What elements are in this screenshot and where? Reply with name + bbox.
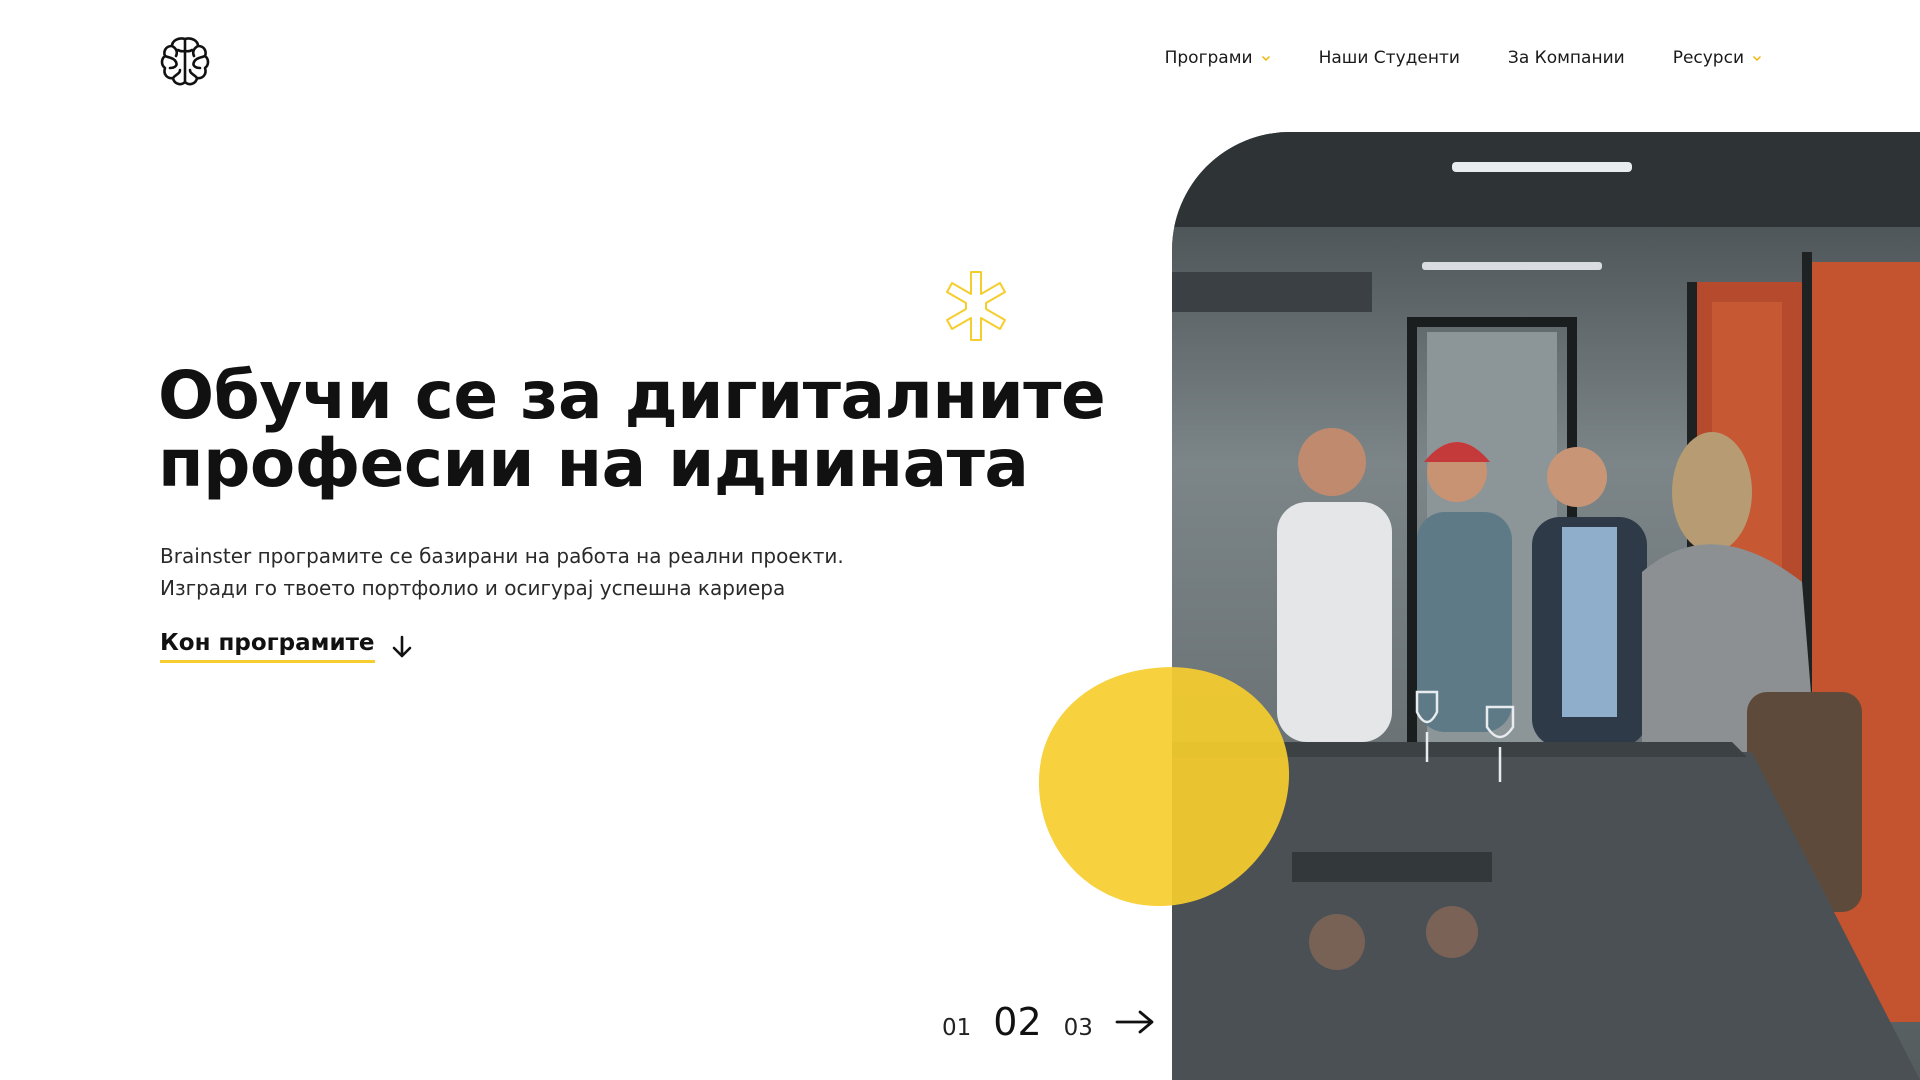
pager-item-1[interactable]: 01 (942, 1015, 971, 1041)
nav-item-resources[interactable]: Ресурси (1673, 48, 1762, 68)
hero-subtext-line-2: Изгради го твоето портфолио и осигурај у… (160, 576, 786, 600)
pager-item-3[interactable]: 03 (1064, 1015, 1093, 1041)
nav-item-resources-label: Ресурси (1672, 48, 1744, 68)
hero-photo (1172, 132, 1920, 1080)
hero-subtext-line-1: Brainster програмите се базирани на рабо… (160, 544, 844, 568)
hero-headline: Обучи се за дигиталните професии на идни… (158, 362, 1118, 498)
arrow-right-icon[interactable] (1115, 1010, 1155, 1034)
nav-item-programs-label: Програми (1164, 48, 1253, 68)
arrow-down-icon (392, 635, 411, 657)
nav-item-our-students[interactable]: Наши Студенти (1319, 48, 1460, 68)
brain-logo-icon[interactable] (158, 34, 212, 88)
to-programs-label: Кон програмите (160, 630, 375, 663)
yellow-blob-shape (1037, 666, 1291, 907)
nav-item-our-students-label: Наши Студенти (1318, 48, 1460, 68)
to-programs-link[interactable]: Кон програмите (160, 630, 413, 663)
hero-headline-line-2: професии на иднината (158, 425, 1029, 502)
main-nav: Програми Наши Студенти За Компании Ресур… (1117, 48, 1762, 68)
chevron-down-icon (1753, 56, 1761, 61)
hero-subtext: Brainster програмите се базирани на рабо… (160, 540, 920, 604)
chevron-down-icon (1261, 56, 1270, 61)
hero-headline-line-1: Обучи се за дигиталните (158, 357, 1106, 434)
slide-pager: 01 02 03 (942, 1000, 1155, 1044)
asterisk-icon (938, 268, 1014, 344)
nav-item-for-companies[interactable]: За Компании (1508, 48, 1625, 68)
nav-item-programs[interactable]: Програми (1165, 48, 1271, 68)
nav-item-for-companies-label: За Компании (1507, 48, 1625, 68)
pager-item-2[interactable]: 02 (993, 1000, 1041, 1044)
